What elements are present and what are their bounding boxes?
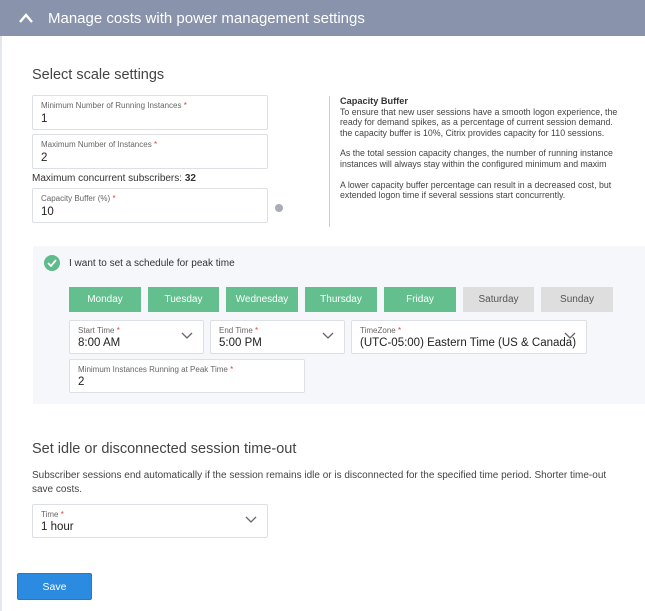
min-instances-label: Minimum Number of Running Instances [41,101,182,110]
min-instances-value: 1 [41,113,48,125]
checkmark-icon [47,259,57,267]
info-title: Capacity Buffer [340,96,408,106]
panel-border [0,36,2,611]
day-friday[interactable]: Friday [384,287,456,312]
start-time-label: Start Time [78,326,115,335]
required-marker: * [153,140,158,149]
min-peak-instances-value: 2 [78,376,85,388]
save-button[interactable]: Save [17,573,92,600]
timeout-description-line: Subscriber sessions end automatically if… [32,470,607,481]
info-paragraph-1: To ensure that new user sessions have a … [340,107,645,139]
peak-schedule-checkbox[interactable] [44,255,60,271]
timeout-heading: Set idle or disconnected session time-ou… [32,441,297,457]
required-marker: * [116,326,120,335]
info-line: the capacity buffer is 10%, Citrix provi… [340,127,605,138]
info-line: extended logon time if several sessions … [340,190,566,201]
required-marker: * [183,101,187,110]
min-peak-instances-field[interactable]: Minimum Instances Running at Peak Time *… [69,359,305,393]
chevron-down-icon [322,332,334,339]
max-subscribers-label: Maximum concurrent subscribers: [32,173,183,184]
timeout-time-label: Time [41,510,59,519]
max-instances-field[interactable]: Maximum Number of Instances * 2 [32,134,268,169]
peak-schedule-label[interactable]: I want to set a schedule for peak time [69,258,235,269]
day-saturday[interactable]: Saturday [463,287,534,312]
capacity-buffer-value: 10 [41,206,54,218]
required-marker: * [230,365,234,374]
min-instances-field[interactable]: Minimum Number of Running Instances * 1 [32,95,268,130]
day-sunday[interactable]: Sunday [541,287,613,312]
timeout-description: Subscriber sessions end automatically if… [32,469,645,497]
end-time-value: 5:00 PM [219,337,262,349]
start-time-select[interactable]: Start Time * 8:00 AM [69,320,204,354]
start-time-value: 8:00 AM [78,337,121,349]
chevron-up-icon[interactable] [16,8,36,28]
max-instances-label: Maximum Number of Instances [41,140,152,149]
max-subscribers-text: Maximum concurrent subscribers: 32 [32,173,196,184]
end-time-select[interactable]: End Time * 5:00 PM [210,320,345,354]
day-monday[interactable]: Monday [69,287,141,312]
max-subscribers-value: 32 [184,173,196,184]
day-tuesday[interactable]: Tuesday [148,287,219,312]
chevron-down-icon [181,332,193,339]
info-line: A lower capacity buffer percentage can r… [340,179,612,190]
info-line: instances will always stay within the co… [340,158,607,169]
info-line: As the total session capacity changes, t… [340,148,613,159]
required-marker: * [60,510,64,519]
timeout-description-line: save costs. [32,484,83,495]
capacity-buffer-field[interactable]: Capacity Buffer (%) * 10 [32,188,268,223]
required-marker: * [255,326,259,335]
question-circle-icon[interactable] [275,204,283,212]
min-peak-instances-label: Minimum Instances Running at Peak Time [78,365,228,374]
max-instances-value: 2 [41,152,48,164]
section-title: Manage costs with power management setti… [48,9,365,27]
timeout-time-value: 1 hour [41,521,74,533]
required-marker: * [397,326,402,335]
capacity-buffer-info: Capacity Buffer To ensure that new user … [329,96,645,227]
timezone-label: TimeZone [360,326,396,335]
info-paragraph-3: A lower capacity buffer percentage can r… [340,180,645,201]
day-wednesday[interactable]: Wednesday [226,287,298,312]
day-thursday[interactable]: Thursday [305,287,377,312]
info-paragraph-2: As the total session capacity changes, t… [340,148,645,169]
info-line: ready for demand spikes, as a percentage… [340,117,613,128]
timezone-select[interactable]: TimeZone * (UTC-05:00) Eastern Time (US … [351,320,587,354]
info-line: To ensure that new user sessions have a … [340,106,618,117]
section-header[interactable]: Manage costs with power management setti… [0,0,645,36]
timeout-time-select[interactable]: Time * 1 hour [32,504,268,538]
scale-settings-heading: Select scale settings [32,67,165,83]
chevron-down-icon [245,516,257,523]
timezone-value: (UTC-05:00) Eastern Time (US & Canada) [360,337,577,349]
chevron-down-icon [564,332,576,339]
required-marker: * [112,194,116,203]
capacity-buffer-label: Capacity Buffer (%) [41,194,111,203]
end-time-label: End Time [219,326,253,335]
